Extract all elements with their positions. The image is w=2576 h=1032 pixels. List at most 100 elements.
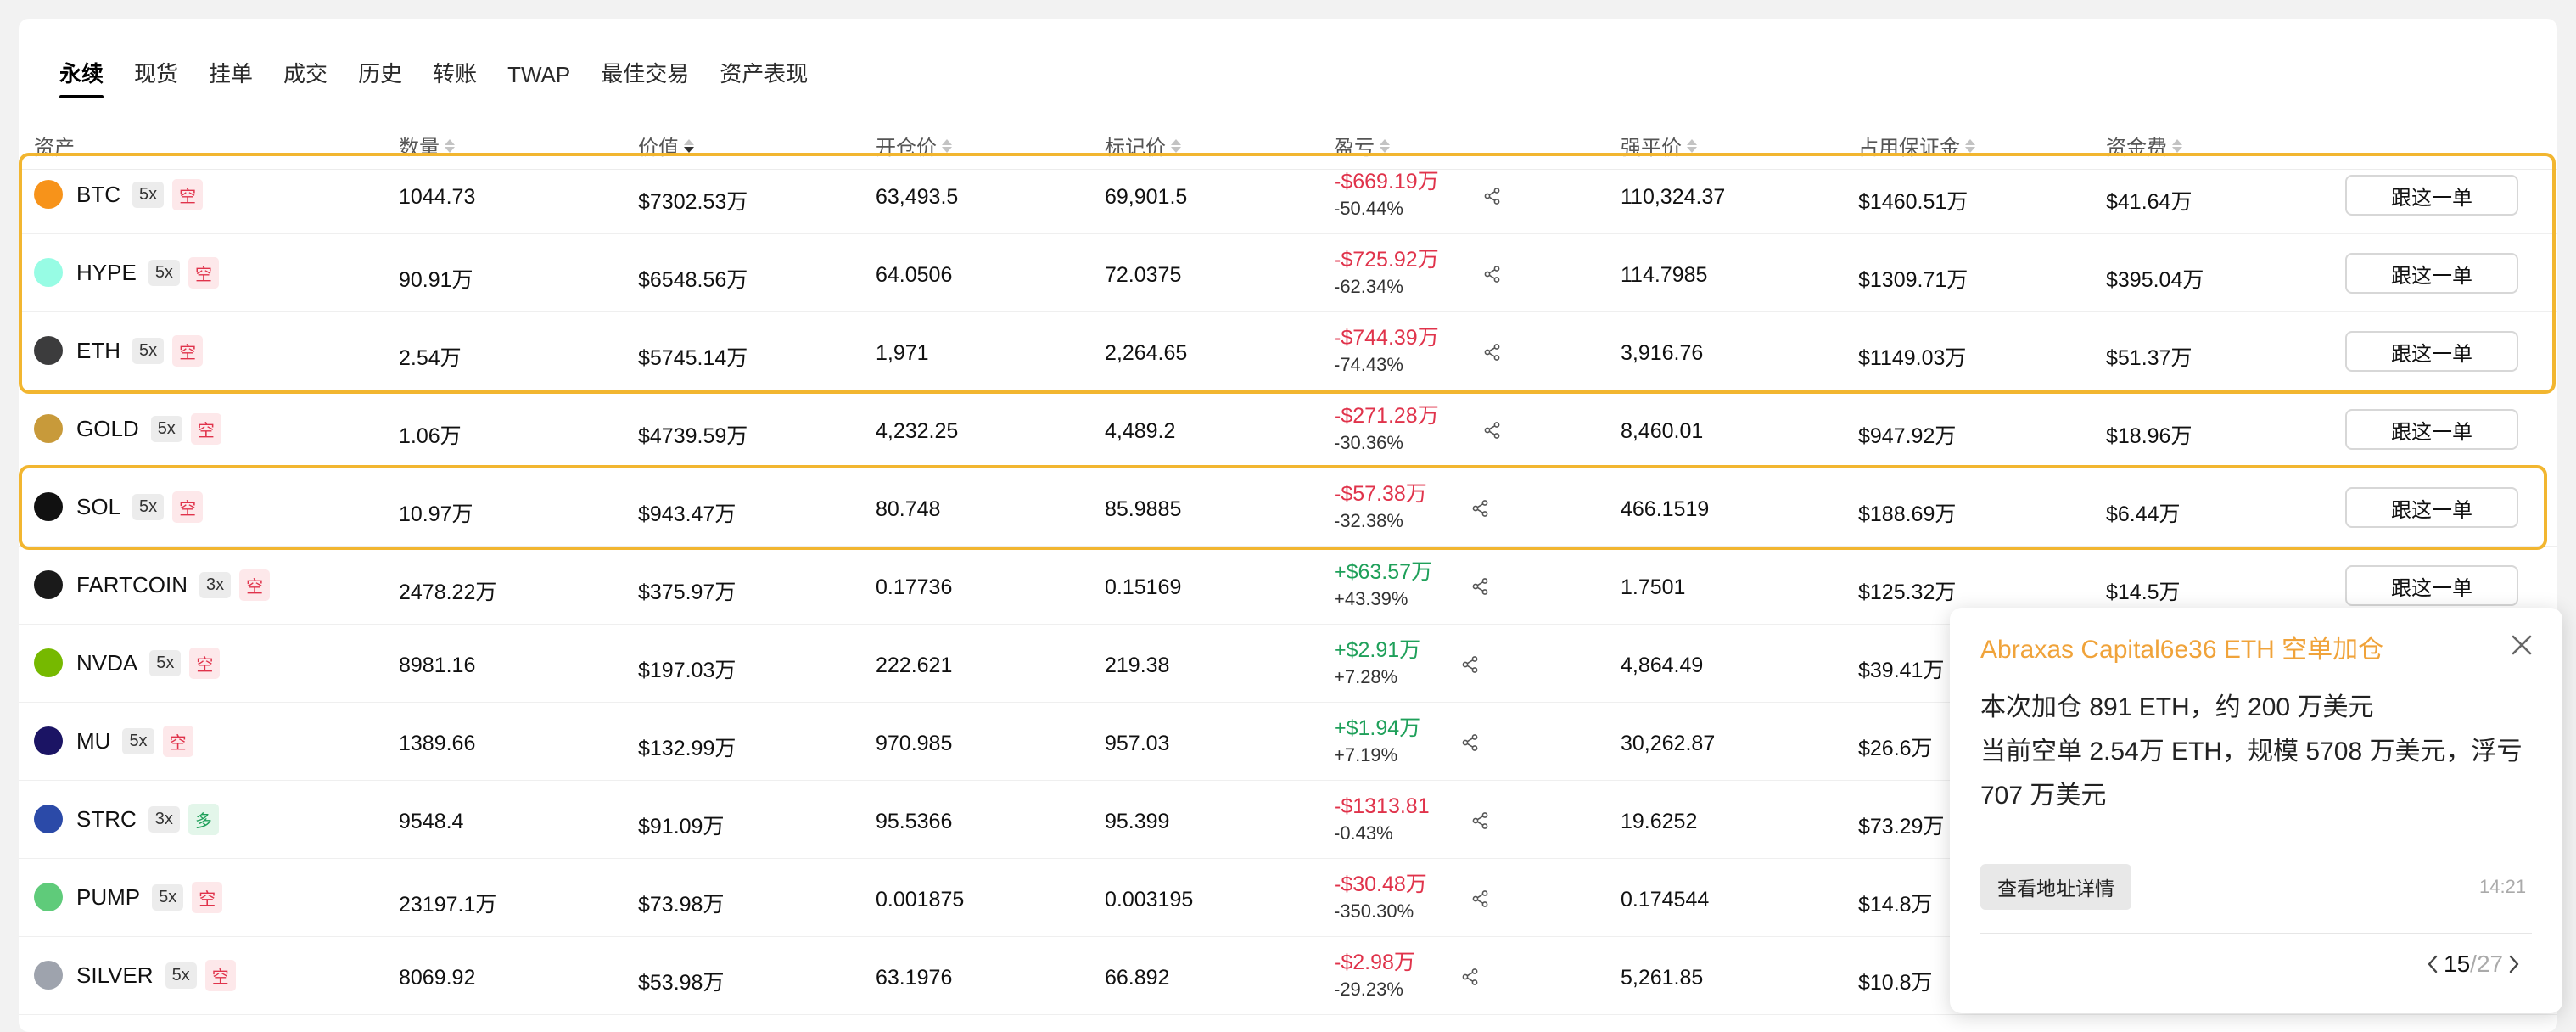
pnl-amount: +$2.91万	[1334, 638, 1421, 662]
leverage-badge: 5x	[122, 727, 154, 754]
follow-trade-button[interactable]: 跟这一单	[2345, 175, 2518, 216]
follow-trade-button[interactable]: 跟这一单	[2345, 487, 2518, 528]
qty-cell: 1389.66	[399, 732, 476, 755]
strc-icon	[34, 805, 63, 833]
qty-cell: 2478.22万	[399, 580, 497, 604]
pnl-cell: -$725.92万 -62.34%	[1334, 246, 1439, 300]
pnl-percent: -74.43%	[1334, 354, 1403, 375]
liquidation-price-cell: 110,324.37	[1621, 185, 1726, 209]
fartcoin-icon	[34, 570, 63, 599]
funding-cell: $6.44万	[2106, 502, 2181, 526]
chevron-left-icon[interactable]	[2422, 951, 2444, 977]
leverage-badge: 5x	[165, 962, 197, 989]
toast-pager: 15 / 27	[2422, 951, 2525, 978]
pager-separator: /	[2470, 951, 2477, 977]
side-badge: 空	[204, 959, 236, 991]
pnl-cell: -$57.38万 -32.38%	[1334, 480, 1427, 535]
side-badge: 空	[192, 881, 223, 913]
leverage-badge: 5x	[149, 649, 182, 676]
share-icon[interactable]	[1471, 577, 1490, 596]
share-icon[interactable]	[1461, 655, 1480, 674]
share-icon[interactable]	[1471, 889, 1490, 908]
margin-cell: $14.8万	[1858, 893, 1933, 917]
follow-trade-button[interactable]: 跟这一单	[2345, 565, 2518, 606]
sort-icon	[1380, 138, 1390, 153]
asset-cell: SILVER 5x 空	[34, 957, 236, 993]
qty-cell: 1.06万	[399, 424, 462, 448]
share-icon[interactable]	[1471, 811, 1490, 830]
asset-symbol[interactable]: MU	[76, 728, 110, 754]
share-icon[interactable]	[1483, 343, 1502, 362]
sort-desc-icon	[684, 138, 694, 153]
qty-cell: 9548.4	[399, 810, 464, 833]
toast-timestamp: 14:21	[2479, 876, 2527, 897]
qty-cell: 90.91万	[399, 268, 473, 292]
asset-symbol[interactable]: GOLD	[76, 416, 139, 442]
tab-history[interactable]: 历史	[358, 57, 402, 98]
asset-symbol[interactable]: SILVER	[76, 962, 154, 989]
tab-trades[interactable]: 成交	[283, 57, 328, 98]
table-row: GOLD 5x 空 1.06万 $4739.59万 4,232.25 4,489.2 -$27…	[19, 390, 2557, 468]
value-cell: $375.97万	[638, 580, 736, 604]
asset-cell: SOL 5x 空	[34, 489, 204, 524]
asset-symbol[interactable]: SOL	[76, 494, 120, 520]
sort-icon	[2172, 138, 2182, 153]
sort-icon	[1687, 138, 1697, 153]
pnl-amount: -$271.28万	[1334, 404, 1439, 428]
margin-cell: $1309.71万	[1858, 268, 1968, 292]
funding-cell: $395.04万	[2106, 268, 2204, 292]
follow-trade-button[interactable]: 跟这一单	[2345, 331, 2518, 372]
pnl-cell: -$1313.81 -0.43%	[1334, 793, 1430, 847]
asset-symbol[interactable]: NVDA	[76, 650, 137, 676]
tab-best-trades[interactable]: 最佳交易	[601, 57, 689, 98]
tab-perpetual[interactable]: 永续	[59, 57, 104, 98]
follow-trade-button[interactable]: 跟这一单	[2345, 409, 2518, 450]
share-icon[interactable]	[1483, 187, 1502, 205]
tab-transfers[interactable]: 转账	[433, 57, 477, 98]
sol-icon	[34, 492, 63, 521]
pnl-amount: -$669.19万	[1334, 170, 1439, 194]
pnl-amount: -$2.98万	[1334, 951, 1415, 974]
mark-price-cell: 2,264.65	[1105, 341, 1188, 365]
share-icon[interactable]	[1483, 265, 1502, 283]
tab-twap[interactable]: TWAP	[507, 62, 570, 98]
toast-line-add: 本次加仓 891 ETH，约 200 万美元	[1980, 693, 2374, 721]
chevron-right-icon[interactable]	[2503, 951, 2525, 977]
qty-cell: 1044.73	[399, 185, 476, 209]
share-icon[interactable]	[1483, 421, 1502, 440]
tab-open-orders[interactable]: 挂单	[209, 57, 253, 98]
gold-icon	[34, 414, 63, 443]
eth-icon	[34, 336, 63, 365]
leverage-badge: 3x	[148, 805, 180, 833]
asset-symbol[interactable]: BTC	[76, 182, 120, 208]
funding-cell: $51.37万	[2106, 346, 2192, 370]
follow-trade-button[interactable]: 跟这一单	[2345, 253, 2518, 294]
hype-icon	[34, 258, 63, 287]
value-cell: $73.98万	[638, 893, 725, 917]
side-badge: 空	[172, 334, 204, 367]
sort-icon	[942, 138, 952, 153]
pnl-percent: +7.28%	[1334, 666, 1398, 687]
divider	[1980, 933, 2532, 934]
pnl-percent: -29.23%	[1334, 979, 1403, 1000]
share-icon[interactable]	[1461, 733, 1480, 752]
asset-cell: NVDA 5x 空	[34, 645, 221, 681]
side-badge: 空	[172, 491, 204, 523]
share-icon[interactable]	[1461, 968, 1480, 986]
asset-symbol[interactable]: PUMP	[76, 884, 140, 911]
entry-price-cell: 0.17736	[876, 575, 953, 599]
close-icon[interactable]	[2505, 628, 2539, 662]
asset-symbol[interactable]: STRC	[76, 806, 137, 833]
view-address-details-button[interactable]: 查看地址详情	[1980, 864, 2131, 910]
tab-asset-performance[interactable]: 资产表现	[720, 57, 808, 98]
table-row: SOL 5x 空 10.97万 $943.47万 80.748 85.9885 -$57.38…	[19, 468, 2557, 547]
asset-symbol[interactable]: FARTCOIN	[76, 572, 188, 598]
value-cell: $132.99万	[638, 737, 736, 760]
asset-symbol[interactable]: ETH	[76, 338, 120, 364]
pnl-amount: -$725.92万	[1334, 248, 1439, 272]
asset-cell: BTC 5x 空	[34, 177, 204, 212]
tab-spot[interactable]: 现货	[134, 57, 178, 98]
asset-symbol[interactable]: HYPE	[76, 260, 137, 286]
sort-icon	[445, 138, 455, 153]
share-icon[interactable]	[1471, 499, 1490, 518]
